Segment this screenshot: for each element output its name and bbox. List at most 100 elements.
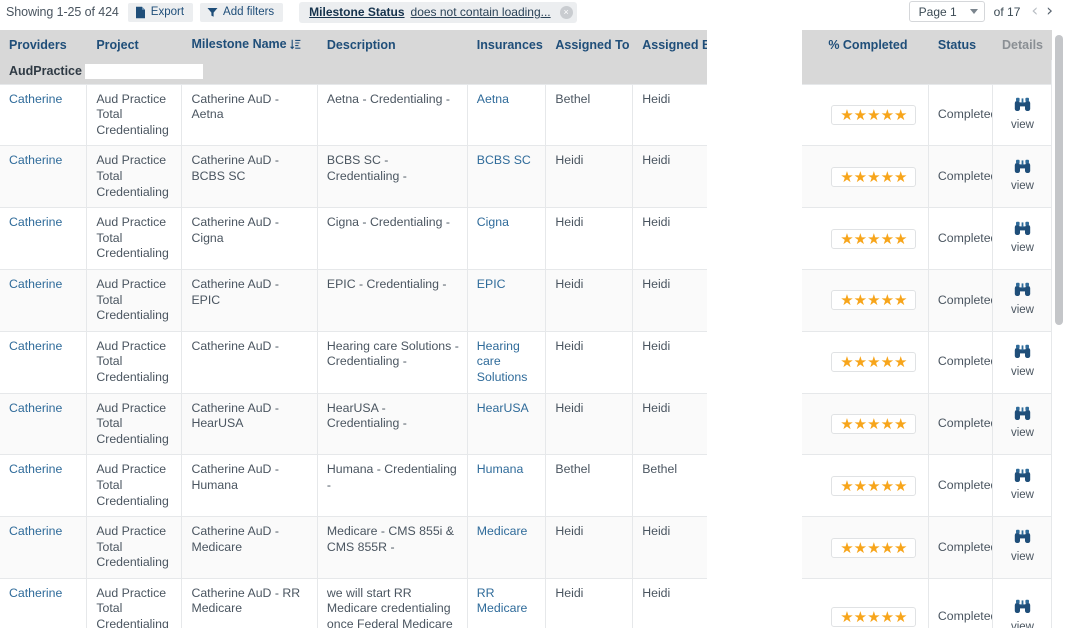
view-details-button[interactable]: view <box>1002 468 1043 504</box>
filter-chip-milestone-status[interactable]: Milestone Status does not contain loadin… <box>299 2 576 23</box>
cell-providers[interactable]: Catherine <box>0 269 87 331</box>
rating-stars[interactable]: ★★★★★ <box>831 352 916 372</box>
column-header-providers[interactable]: Providers <box>0 30 87 60</box>
cell-providers[interactable]: Catherine <box>0 393 87 455</box>
sort-ascending-icon[interactable] <box>290 39 301 53</box>
cell-insurances[interactable]: Humana <box>467 455 546 517</box>
column-header-milestone_name[interactable]: Milestone Name <box>182 30 317 60</box>
cell-insurances[interactable]: RR Medicare <box>467 578 546 630</box>
cell-description: EPIC - Credentialing - <box>317 269 467 331</box>
column-header-pct_completed[interactable]: % Completed <box>819 30 929 60</box>
column-header-insurances[interactable]: Insurances <box>467 30 546 60</box>
table-row[interactable]: CatherineAud Practice Total Credentialin… <box>0 393 1052 455</box>
table-row[interactable]: CatherineAud Practice Total Credentialin… <box>0 578 1052 630</box>
cell-providers[interactable]: Catherine <box>0 578 87 630</box>
view-details-button[interactable]: view <box>1002 406 1043 442</box>
cell-insurances[interactable]: HearUSA <box>467 393 546 455</box>
cell-providers[interactable]: Catherine <box>0 146 87 208</box>
cell-description: Hearing care Solutions - Credentialing - <box>317 331 467 393</box>
cell-pct-completed[interactable]: ★★★★★ <box>819 269 929 331</box>
cell-project: Aud Practice Total Credentialing <box>87 208 182 270</box>
status-badge: Completed <box>938 293 993 307</box>
view-details-button[interactable]: view <box>1002 159 1043 195</box>
cell-providers[interactable]: Catherine <box>0 84 87 146</box>
cell-details[interactable]: view <box>993 208 1052 270</box>
cell-details[interactable]: view <box>993 517 1052 579</box>
group-row-audpractice[interactable]: AudPractice <box>0 60 1052 84</box>
cell-details[interactable]: view <box>993 84 1052 146</box>
add-filters-button[interactable]: Add filters <box>200 3 283 22</box>
cell-milestone_name: Catherine AuD - BCBS SC <box>182 146 317 208</box>
previous-page-button[interactable]: ‹ <box>1027 3 1042 20</box>
cell-pct-completed[interactable]: ★★★★★ <box>819 208 929 270</box>
cell-text: Catherine AuD - Medicare <box>191 524 279 554</box>
table-row[interactable]: CatherineAud Practice Total Credentialin… <box>0 269 1052 331</box>
cell-pct-completed[interactable]: ★★★★★ <box>819 331 929 393</box>
cell-details[interactable]: view <box>993 146 1052 208</box>
cell-pct-completed[interactable]: ★★★★★ <box>819 517 929 579</box>
vertical-scrollbar-thumb[interactable] <box>1055 35 1063 325</box>
cell-details[interactable]: view <box>993 269 1052 331</box>
table-row[interactable]: CatherineAud Practice Total Credentialin… <box>0 208 1052 270</box>
rating-stars[interactable]: ★★★★★ <box>831 229 916 249</box>
cell-description: BCBS SC - Credentialing - <box>317 146 467 208</box>
cell-text: Heidi <box>642 524 670 538</box>
cell-providers[interactable]: Catherine <box>0 517 87 579</box>
cell-providers[interactable]: Catherine <box>0 455 87 517</box>
column-header-status[interactable]: Status <box>928 30 992 60</box>
cell-project: Aud Practice Total Credentialing <box>87 269 182 331</box>
close-icon[interactable]: × <box>560 6 573 19</box>
cell-providers[interactable]: Catherine <box>0 331 87 393</box>
cell-insurances[interactable]: BCBS SC <box>467 146 546 208</box>
rating-stars[interactable]: ★★★★★ <box>831 414 916 434</box>
cell-insurances[interactable]: EPIC <box>467 269 546 331</box>
status-badge: Completed <box>938 540 993 554</box>
rating-stars[interactable]: ★★★★★ <box>831 167 916 187</box>
cell-pct-completed[interactable]: ★★★★★ <box>819 455 929 517</box>
cell-pct-completed[interactable]: ★★★★★ <box>819 84 929 146</box>
next-page-button[interactable]: › <box>1042 3 1057 20</box>
column-header-details[interactable]: Details <box>993 30 1052 60</box>
cell-pct-completed[interactable]: ★★★★★ <box>819 146 929 208</box>
cell-insurances[interactable]: Hearing care Solutions <box>467 331 546 393</box>
page-select[interactable]: Page 1 <box>909 1 985 22</box>
cell-pct-completed[interactable]: ★★★★★ <box>819 393 929 455</box>
table-row[interactable]: CatherineAud Practice Total Credentialin… <box>0 84 1052 146</box>
column-header-project[interactable]: Project <box>87 30 182 60</box>
rating-stars-glyphs: ★★★★★ <box>840 415 907 433</box>
cell-providers[interactable]: Catherine <box>0 208 87 270</box>
cell-details[interactable]: view <box>993 393 1052 455</box>
view-details-button[interactable]: view <box>1002 344 1043 380</box>
cell-details[interactable]: view <box>993 578 1052 630</box>
cell-pct-completed[interactable]: ★★★★★ <box>819 578 929 630</box>
export-button[interactable]: Export <box>128 3 193 22</box>
cell-insurances[interactable]: Medicare <box>467 517 546 579</box>
document-icon <box>135 6 146 19</box>
table-row[interactable]: CatherineAud Practice Total Credentialin… <box>0 331 1052 393</box>
binoculars-icon <box>1014 468 1031 488</box>
rating-stars[interactable]: ★★★★★ <box>831 607 916 627</box>
view-details-button[interactable]: view <box>1002 221 1043 257</box>
rating-stars[interactable]: ★★★★★ <box>831 105 916 125</box>
rating-stars[interactable]: ★★★★★ <box>831 476 916 496</box>
column-header-assigned_to[interactable]: Assigned To <box>546 30 633 60</box>
table-row[interactable]: CatherineAud Practice Total Credentialin… <box>0 455 1052 517</box>
cell-insurances[interactable]: Aetna <box>467 84 546 146</box>
cell-milestone_name: Catherine AuD - EPIC <box>182 269 317 331</box>
cell-insurances[interactable]: Cigna <box>467 208 546 270</box>
view-details-button[interactable]: view <box>1002 599 1043 630</box>
view-details-button[interactable]: view <box>1002 282 1043 318</box>
status-badge: Completed <box>938 609 993 623</box>
rating-stars[interactable]: ★★★★★ <box>831 538 916 558</box>
rating-stars[interactable]: ★★★★★ <box>831 290 916 310</box>
vertical-scrollbar[interactable] <box>1055 33 1063 630</box>
cell-details[interactable]: view <box>993 331 1052 393</box>
column-header-description[interactable]: Description <box>317 30 467 60</box>
view-details-button[interactable]: view <box>1002 529 1043 565</box>
view-details-button[interactable]: view <box>1002 97 1043 133</box>
status-badge: Completed <box>938 416 993 430</box>
table-row[interactable]: CatherineAud Practice Total Credentialin… <box>0 517 1052 579</box>
cell-details[interactable]: view <box>993 455 1052 517</box>
table-row[interactable]: CatherineAud Practice Total Credentialin… <box>0 146 1052 208</box>
group-filter-input[interactable] <box>85 64 203 79</box>
